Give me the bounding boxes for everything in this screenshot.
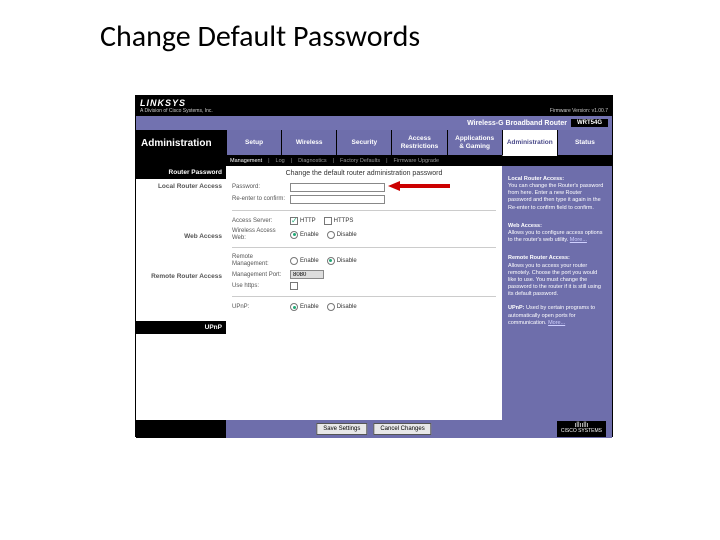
main-area: Router Password Local Router Access Web … — [136, 166, 612, 420]
product-bar: Wireless-G Broadband Router WRT54G — [136, 116, 612, 130]
tab-wireless[interactable]: Wireless — [281, 130, 336, 156]
heading-upnp: UPnP — [136, 321, 226, 334]
section-label: Administration — [136, 130, 226, 156]
mgmt-port-field[interactable] — [290, 270, 324, 279]
cisco-text: CISCO SYSTEMS — [561, 429, 602, 435]
wireless-web-disable-radio[interactable] — [327, 231, 335, 239]
subtabs: Management | Log | Diagnostics | Factory… — [226, 156, 612, 166]
cancel-changes-button[interactable]: Cancel Changes — [373, 423, 431, 435]
disable-label-2: Disable — [337, 258, 357, 264]
subtab-diagnostics[interactable]: Diagnostics — [298, 158, 326, 164]
https-checkbox[interactable] — [324, 217, 332, 225]
brand-bar: LINKSYS A Division of Cisco Systems, Inc… — [136, 96, 612, 116]
center-column: Change the default router administration… — [226, 166, 502, 420]
subtab-management[interactable]: Management — [230, 158, 262, 164]
help-more-link-2[interactable]: More... — [548, 320, 565, 326]
http-checkbox[interactable] — [290, 217, 298, 225]
subtab-spacer — [136, 156, 226, 166]
instruction-text: Change the default router administration… — [232, 166, 496, 183]
tab-applications-gaming[interactable]: Applications & Gaming — [447, 130, 502, 156]
heading-web-access: Web Access — [136, 229, 226, 243]
tab-access-restrictions[interactable]: Access Restrictions — [391, 130, 446, 156]
brand-left: LINKSYS A Division of Cisco Systems, Inc… — [140, 98, 213, 114]
slide-title: Change Default Passwords — [0, 0, 720, 55]
password-label: Password: — [232, 184, 290, 191]
product-name: Wireless-G Broadband Router — [467, 120, 567, 127]
help-title-3: Remote Router Access: — [508, 255, 606, 262]
firmware-version: Firmware Version: v1.00.7 — [550, 108, 608, 114]
subtab-log[interactable]: Log — [276, 158, 285, 164]
callout-arrow-icon — [388, 182, 450, 190]
disable-label-1: Disable — [337, 232, 357, 238]
cisco-logo: ıllııllı CISCO SYSTEMS — [557, 421, 606, 436]
subtab-firmware-upgrade[interactable]: Firmware Upgrade — [394, 158, 440, 164]
enable-label-3: Enable — [300, 304, 319, 310]
save-settings-button[interactable]: Save Settings — [316, 423, 367, 435]
remote-mgmt-label: Remote Management: — [232, 254, 290, 267]
subtab-row: Management | Log | Diagnostics | Factory… — [136, 156, 612, 166]
left-column: Router Password Local Router Access Web … — [136, 166, 226, 420]
tab-status[interactable]: Status — [557, 130, 612, 156]
use-https-label: Use https: — [232, 283, 290, 290]
tab-row: Administration Setup Wireless Security A… — [136, 130, 612, 156]
tab-security[interactable]: Security — [336, 130, 391, 156]
help-text-3: Allows you to access your router remotel… — [508, 263, 606, 299]
heading-router-password: Router Password — [136, 166, 226, 179]
tabs: Setup Wireless Security Access Restricti… — [226, 130, 612, 156]
confirm-password-field[interactable] — [290, 195, 385, 204]
wireless-web-label: Wireless Access Web: — [232, 228, 290, 241]
enable-label-1: Enable — [300, 232, 319, 238]
remote-enable-radio[interactable] — [290, 257, 298, 265]
brand-sub: A Division of Cisco Systems, Inc. — [140, 108, 213, 114]
brand-logo: LINKSYS — [140, 98, 213, 108]
tab-administration[interactable]: Administration — [502, 130, 557, 156]
mgmt-port-label: Management Port: — [232, 272, 290, 279]
access-server-label: Access Server: — [232, 218, 290, 225]
remote-disable-radio[interactable] — [327, 257, 335, 265]
upnp-disable-radio[interactable] — [327, 303, 335, 311]
footer-bar: Save Settings Cancel Changes ıllııllı CI… — [136, 420, 612, 438]
help-title-2: Web Access: — [508, 223, 606, 230]
help-title-1: Local Router Access: — [508, 176, 606, 183]
help-text-2: Allows you to configure access options t… — [508, 230, 602, 243]
help-more-link-1[interactable]: More... — [570, 237, 587, 243]
use-https-checkbox[interactable] — [290, 282, 298, 290]
upnp-label: UPnP: — [232, 304, 290, 311]
model-number: WRT54G — [571, 119, 608, 127]
footer-left-black — [136, 420, 226, 438]
upnp-enable-radio[interactable] — [290, 303, 298, 311]
heading-remote-access: Remote Router Access — [136, 269, 226, 283]
enable-label-2: Enable — [300, 258, 319, 264]
help-title-4: UPnP: — [508, 305, 525, 311]
disable-label-3: Disable — [337, 304, 357, 310]
http-label: HTTP — [300, 218, 316, 224]
help-text-1: You can change the Router's password fro… — [508, 183, 606, 212]
password-field[interactable] — [290, 183, 385, 192]
subtab-factory-defaults[interactable]: Factory Defaults — [340, 158, 380, 164]
tab-setup[interactable]: Setup — [226, 130, 281, 156]
router-admin-ui: LINKSYS A Division of Cisco Systems, Inc… — [135, 95, 613, 437]
heading-local-access: Local Router Access — [136, 179, 226, 193]
confirm-label: Re-enter to confirm: — [232, 196, 290, 203]
help-panel: Local Router Access: You can change the … — [502, 166, 612, 420]
https-label: HTTPS — [334, 218, 354, 224]
wireless-web-enable-radio[interactable] — [290, 231, 298, 239]
